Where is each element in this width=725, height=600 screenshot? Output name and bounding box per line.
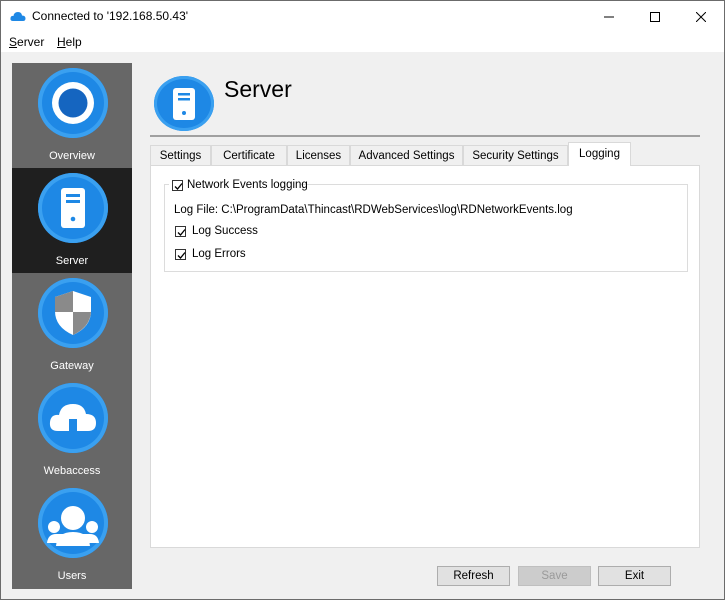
menu-help-accel: H — [57, 35, 66, 49]
tab-licenses[interactable]: Licenses — [287, 145, 350, 165]
save-button[interactable]: Save — [518, 566, 591, 586]
log-file-path: Log File: C:\ProgramData\Thincast\RDWebS… — [174, 204, 573, 216]
sidebar-item-users[interactable]: Users — [12, 483, 132, 588]
minimize-icon — [604, 16, 614, 17]
users-icon — [38, 488, 108, 558]
menu-help[interactable]: Help — [57, 35, 82, 49]
tab-security-settings[interactable]: Security Settings — [463, 145, 568, 165]
tab-advanced-settings[interactable]: Advanced Settings — [350, 145, 463, 165]
refresh-button[interactable]: Refresh — [437, 566, 510, 586]
maximize-icon — [650, 11, 660, 22]
maximize-button[interactable] — [632, 1, 678, 32]
close-icon — [696, 11, 706, 22]
logging-panel: Network Events logging Log File: C:\Prog… — [150, 165, 700, 548]
tab-bar: Settings Certificate Licenses Advanced S… — [150, 142, 700, 166]
checkmark-icon — [177, 229, 186, 236]
log-success-checkbox[interactable] — [175, 226, 186, 237]
overview-icon — [38, 68, 108, 138]
sidebar-item-label: Overview — [49, 150, 95, 162]
log-errors-checkbox[interactable] — [175, 249, 186, 260]
close-button[interactable] — [678, 1, 724, 32]
server-icon — [154, 76, 214, 131]
cloud-icon — [38, 383, 108, 453]
menu-help-label: elp — [65, 35, 82, 49]
sidebar-item-label: Users — [57, 570, 87, 582]
cloud-app-icon — [10, 12, 26, 21]
sidebar-item-label: Webaccess — [43, 465, 101, 477]
sidebar-item-overview[interactable]: Overview — [12, 63, 132, 168]
minimize-button[interactable] — [586, 1, 632, 32]
shield-icon — [38, 278, 108, 348]
main-window: Connected to '192.168.50.43' Server Help… — [0, 0, 725, 600]
menu-server-label: erver — [17, 35, 45, 49]
title-bar: Connected to '192.168.50.43' — [1, 1, 724, 32]
exit-button[interactable]: Exit — [598, 566, 671, 586]
menu-server-accel: S — [9, 35, 18, 49]
checkmark-icon — [177, 252, 186, 259]
tab-logging[interactable]: Logging — [568, 142, 631, 166]
tab-settings[interactable]: Settings — [150, 145, 211, 165]
log-success-label: Log Success — [192, 225, 258, 237]
network-events-label: Network Events logging — [187, 179, 308, 191]
page-title: Server — [224, 76, 292, 102]
sidebar: Overview Server Gateway Webaccess Users — [12, 63, 132, 589]
server-icon — [38, 173, 108, 243]
sidebar-item-gateway[interactable]: Gateway — [12, 273, 132, 378]
window-title: Connected to '192.168.50.43' — [32, 9, 189, 23]
menu-server[interactable]: Server — [9, 35, 44, 49]
checkmark-icon — [174, 183, 183, 190]
menu-bar: Server Help — [1, 32, 724, 52]
sidebar-item-server[interactable]: Server — [12, 168, 132, 273]
network-events-checkbox[interactable] — [172, 180, 183, 191]
header-divider — [150, 135, 700, 137]
sidebar-item-label: Gateway — [50, 360, 94, 372]
content-area: Server Settings Certificate Licenses Adv… — [150, 63, 700, 548]
sidebar-item-webaccess[interactable]: Webaccess — [12, 378, 132, 483]
tab-certificate[interactable]: Certificate — [211, 145, 287, 165]
sidebar-item-label: Server — [55, 255, 89, 267]
log-errors-label: Log Errors — [192, 248, 246, 260]
